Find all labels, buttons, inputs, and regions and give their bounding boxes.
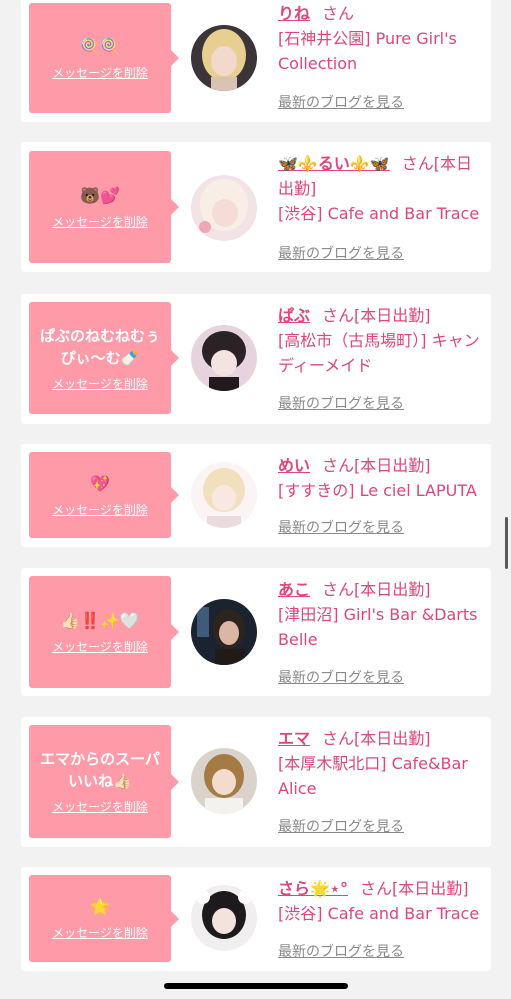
- cast-info: めい さん[本日出勤] [すすきの] Le ciel LAPUTA: [278, 453, 486, 503]
- avatar[interactable]: [191, 885, 257, 951]
- shop-name: [本厚木駅北口] Cafe&Bar Alice: [278, 754, 468, 798]
- message-text: 🐻💕: [80, 185, 120, 205]
- delete-message-link[interactable]: メッセージを削除: [52, 924, 148, 941]
- shop-name: [高松市（古馬場町）] キャンディーメイド: [278, 331, 480, 375]
- latest-blog-link[interactable]: 最新のブログを見る: [278, 243, 404, 263]
- cast-name-link[interactable]: めい: [278, 456, 310, 475]
- cast-name-link[interactable]: エマ: [278, 729, 310, 748]
- message-text: 🍭🍭: [80, 36, 120, 56]
- home-indicator[interactable]: [164, 983, 348, 989]
- cast-status: さん[本日出勤]: [359, 879, 469, 898]
- avatar[interactable]: [191, 748, 257, 814]
- shop-name: [津田沼] Girl's Bar &Darts Belle: [278, 605, 478, 649]
- cast-info: さら🌟⋆° さん[本日出勤] [渋谷] Cafe and Bar Trace: [278, 876, 486, 926]
- latest-blog-link[interactable]: 最新のブログを見る: [278, 667, 404, 687]
- message-text: エマからのスーパ いいね👍🏻: [40, 750, 160, 790]
- delete-message-link[interactable]: メッセージを削除: [52, 501, 148, 518]
- latest-blog-link[interactable]: 最新のブログを見る: [278, 941, 404, 961]
- cast-info: あこ さん[本日出勤] [津田沼] Girl's Bar &Darts Belle: [278, 577, 486, 652]
- shop-name: [すすきの] Le ciel LAPUTA: [278, 481, 477, 500]
- cast-status: さん[本日出勤]: [322, 456, 431, 475]
- avatar[interactable]: [191, 25, 257, 91]
- cast-info: 🦋⚜️るい⚜️🦋 さん[本日出勤] [渋谷] Cafe and Bar Trace: [278, 151, 486, 226]
- message-card: エマからのスーパ いいね👍🏻 メッセージを削除 エマ さん[本日出勤] [本厚木駅…: [21, 717, 491, 847]
- cast-info: りね さん [石神井公園] Pure Girl's Collection: [278, 1, 486, 76]
- message-text: 👍🏻‼️✨🤍: [60, 610, 140, 630]
- cast-status: さん: [322, 4, 355, 23]
- message-text: 🌟: [90, 897, 110, 916]
- cast-name-link[interactable]: りね: [278, 4, 310, 23]
- cast-name-link[interactable]: あこ: [278, 580, 310, 599]
- delete-message-link[interactable]: メッセージを削除: [52, 64, 148, 81]
- cast-name-link[interactable]: さら🌟⋆°: [278, 879, 348, 898]
- message-card: 🌟 メッセージを削除 さら🌟⋆° さん[本日出勤] [渋谷] Cafe and B…: [21, 867, 491, 971]
- message-bubble: 🍭🍭 メッセージを削除: [29, 3, 179, 113]
- message-card: 👍🏻‼️✨🤍 メッセージを削除 あこ さん[本日出勤] [津田沼] Girl's …: [21, 568, 491, 696]
- message-card: 💖 メッセージを削除 めい さん[本日出勤] [すすきの] Le ciel LAP…: [21, 444, 491, 547]
- delete-message-link[interactable]: メッセージを削除: [52, 375, 148, 392]
- latest-blog-link[interactable]: 最新のブログを見る: [278, 92, 404, 112]
- cast-status: さん[本日出勤]: [322, 729, 431, 748]
- message-bubble: エマからのスーパ いいね👍🏻 メッセージを削除: [29, 725, 179, 838]
- latest-blog-link[interactable]: 最新のブログを見る: [278, 816, 404, 836]
- cast-info: エマ さん[本日出勤] [本厚木駅北口] Cafe&Bar Alice: [278, 726, 486, 801]
- avatar[interactable]: [191, 325, 257, 391]
- cast-name-link[interactable]: 🦋⚜️るい⚜️🦋: [278, 154, 390, 173]
- scrollbar[interactable]: [505, 517, 508, 569]
- message-bubble: 🌟 メッセージを削除: [29, 875, 179, 962]
- message-card: 🍭🍭 メッセージを削除 りね さん [石神井公園] Pure Girl's Col…: [21, 0, 491, 122]
- shop-name: [渋谷] Cafe and Bar Trace: [278, 204, 480, 223]
- message-card: ぱぶのねむねむぅ ぴぃ〜む🍼 メッセージを削除 ぱぶ さん[本日出勤] [高松市（…: [21, 294, 491, 424]
- message-bubble: 💖 メッセージを削除: [29, 452, 179, 538]
- cast-status: さん[本日出勤]: [322, 580, 431, 599]
- message-text: ぱぶのねむねむぅ ぴぃ〜む🍼: [39, 326, 160, 367]
- message-bubble: ぱぶのねむねむぅ ぴぃ〜む🍼 メッセージを削除: [29, 302, 179, 414]
- delete-message-link[interactable]: メッセージを削除: [52, 638, 148, 655]
- latest-blog-link[interactable]: 最新のブログを見る: [278, 517, 404, 537]
- shop-name: [石神井公園] Pure Girl's Collection: [278, 29, 457, 73]
- message-list: 🍭🍭 メッセージを削除 りね さん [石神井公園] Pure Girl's Col…: [0, 0, 511, 999]
- shop-name: [渋谷] Cafe and Bar Trace: [278, 904, 480, 923]
- delete-message-link[interactable]: メッセージを削除: [52, 213, 148, 230]
- cast-status: さん[本日出勤]: [322, 306, 431, 325]
- message-bubble: 🐻💕 メッセージを削除: [29, 151, 179, 263]
- cast-name-link[interactable]: ぱぶ: [278, 306, 310, 325]
- message-card: 🐻💕 メッセージを削除 🦋⚜️るい⚜️🦋 さん[本日出勤] [渋谷] Cafe a…: [21, 142, 491, 272]
- message-text: 💖: [90, 473, 110, 493]
- latest-blog-link[interactable]: 最新のブログを見る: [278, 393, 404, 413]
- avatar[interactable]: [191, 175, 257, 241]
- avatar[interactable]: [191, 462, 257, 528]
- avatar[interactable]: [191, 599, 257, 665]
- cast-info: ぱぶ さん[本日出勤] [高松市（古馬場町）] キャンディーメイド: [278, 303, 486, 378]
- delete-message-link[interactable]: メッセージを削除: [52, 798, 148, 815]
- message-bubble: 👍🏻‼️✨🤍 メッセージを削除: [29, 576, 179, 688]
